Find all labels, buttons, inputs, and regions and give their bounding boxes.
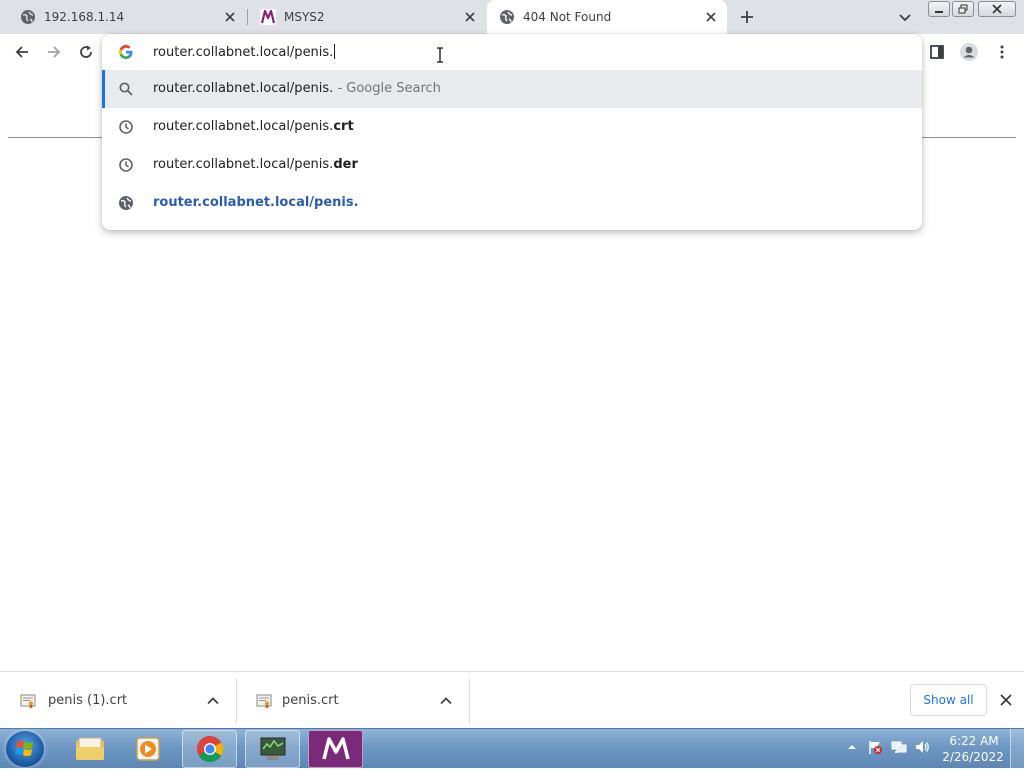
omnibox-input-row[interactable]: router.collabnet.local/penis. [102, 34, 922, 70]
new-tab-plus-icon[interactable] [738, 8, 756, 26]
network-monitor-icon [260, 737, 285, 760]
google-g-icon [119, 45, 133, 59]
omnibox-text[interactable]: router.collabnet.local/penis. [153, 44, 336, 60]
globe-icon [21, 10, 35, 24]
profile-button[interactable] [959, 42, 979, 62]
text-cursor-icon [437, 47, 443, 63]
tab-search-chevron-icon[interactable] [896, 8, 914, 26]
back-arrow-icon [15, 46, 28, 58]
taskbar-network-tool[interactable] [245, 730, 300, 768]
history-clock-icon [119, 158, 133, 172]
text-caret [334, 44, 336, 59]
taskbar-windows-explorer[interactable] [62, 730, 117, 768]
folder-icon [75, 737, 104, 760]
show-desktop-button[interactable] [1010, 729, 1024, 769]
chrome-menu-button[interactable] [992, 42, 1012, 62]
reload-button[interactable] [76, 42, 96, 62]
chrome-icon [196, 735, 223, 763]
kebab-menu-icon [1000, 45, 1004, 59]
download-item[interactable]: penis (1).crt [0, 672, 236, 729]
taskbar-msys2[interactable] [308, 730, 363, 768]
close-tab-icon[interactable] [462, 9, 478, 25]
volume-icon[interactable] [914, 739, 930, 755]
side-panel-icon [930, 45, 944, 59]
close-tab-icon[interactable] [703, 9, 719, 25]
chevron-up-icon[interactable] [438, 693, 454, 709]
chevron-up-icon[interactable] [205, 693, 221, 709]
search-icon [119, 82, 133, 96]
back-button[interactable] [12, 42, 32, 62]
suggestion-text: router.collabnet.local/penis. [153, 195, 359, 210]
tab-192-168-1-14[interactable]: 192.168.1.14 [0, 0, 246, 34]
tab-404-not-found[interactable]: 404 Not Found [487, 0, 727, 34]
msys2-logo-icon [321, 737, 350, 760]
show-all-downloads-button[interactable]: Show all [910, 684, 987, 716]
restore-icon [958, 4, 968, 14]
tab-title: 404 Not Found [523, 10, 612, 24]
suggestion-text: router.collabnet.local/penis.crt [153, 119, 354, 134]
msys2-logo-icon [260, 9, 276, 25]
omnibox-dropdown: router.collabnet.local/penis. router.col… [102, 34, 922, 230]
suggestion-history-crt[interactable]: router.collabnet.local/penis.crt [102, 108, 922, 146]
profile-avatar-icon [960, 43, 978, 61]
suggestion-text: router.collabnet.local/penis. - Google S… [153, 81, 441, 96]
network-status-icon[interactable] [891, 739, 907, 755]
windows-taskbar: 6:22 AM 2/26/2022 [0, 728, 1024, 769]
download-separator [469, 678, 470, 723]
suggestion-url[interactable]: router.collabnet.local/penis. [102, 184, 922, 222]
clock-date[interactable]: 2/26/2022 [940, 750, 1006, 764]
minimize-icon [935, 11, 943, 13]
minimize-button[interactable] [928, 1, 950, 17]
media-player-icon [135, 737, 160, 761]
tab-title: 192.168.1.14 [44, 10, 125, 24]
close-tab-icon[interactable] [222, 9, 238, 25]
tab-strip: 192.168.1.14 MSYS2 404 Not Found [0, 0, 1024, 34]
download-filename: penis (1).crt [48, 693, 128, 708]
action-center-flag-icon[interactable] [867, 739, 883, 755]
tab-title: MSYS2 [284, 10, 325, 24]
close-shelf-icon[interactable] [998, 692, 1014, 708]
clock-time[interactable]: 6:22 AM [946, 734, 1002, 748]
forward-button[interactable] [44, 42, 64, 62]
suggestion-text: router.collabnet.local/penis.der [153, 157, 358, 172]
restore-button[interactable] [952, 1, 974, 17]
tab-msys2[interactable]: MSYS2 [248, 0, 486, 34]
certificate-file-icon [20, 694, 36, 709]
suggestion-google-search[interactable]: router.collabnet.local/penis. - Google S… [102, 70, 922, 108]
close-window-button[interactable] [978, 1, 1016, 17]
forward-arrow-icon [48, 46, 61, 58]
globe-icon [500, 10, 514, 24]
reload-icon [80, 45, 92, 58]
side-panel-button[interactable] [927, 42, 947, 62]
download-shelf: penis (1).crt penis.crt Show all [0, 671, 1024, 728]
taskbar-google-chrome[interactable] [182, 730, 237, 768]
certificate-file-icon [256, 694, 272, 709]
download-item[interactable]: penis.crt [236, 672, 469, 729]
history-clock-icon [119, 120, 133, 134]
omnibox-value: router.collabnet.local/penis. [153, 45, 334, 60]
taskbar-media-player[interactable] [120, 730, 175, 768]
windows-logo-icon [15, 741, 33, 756]
close-icon [992, 4, 1002, 14]
suggestion-history-der[interactable]: router.collabnet.local/penis.der [102, 146, 922, 184]
tray-overflow-arrow-icon[interactable] [844, 739, 860, 755]
globe-icon [119, 196, 133, 210]
download-filename: penis.crt [282, 693, 339, 708]
start-button[interactable] [6, 731, 44, 767]
